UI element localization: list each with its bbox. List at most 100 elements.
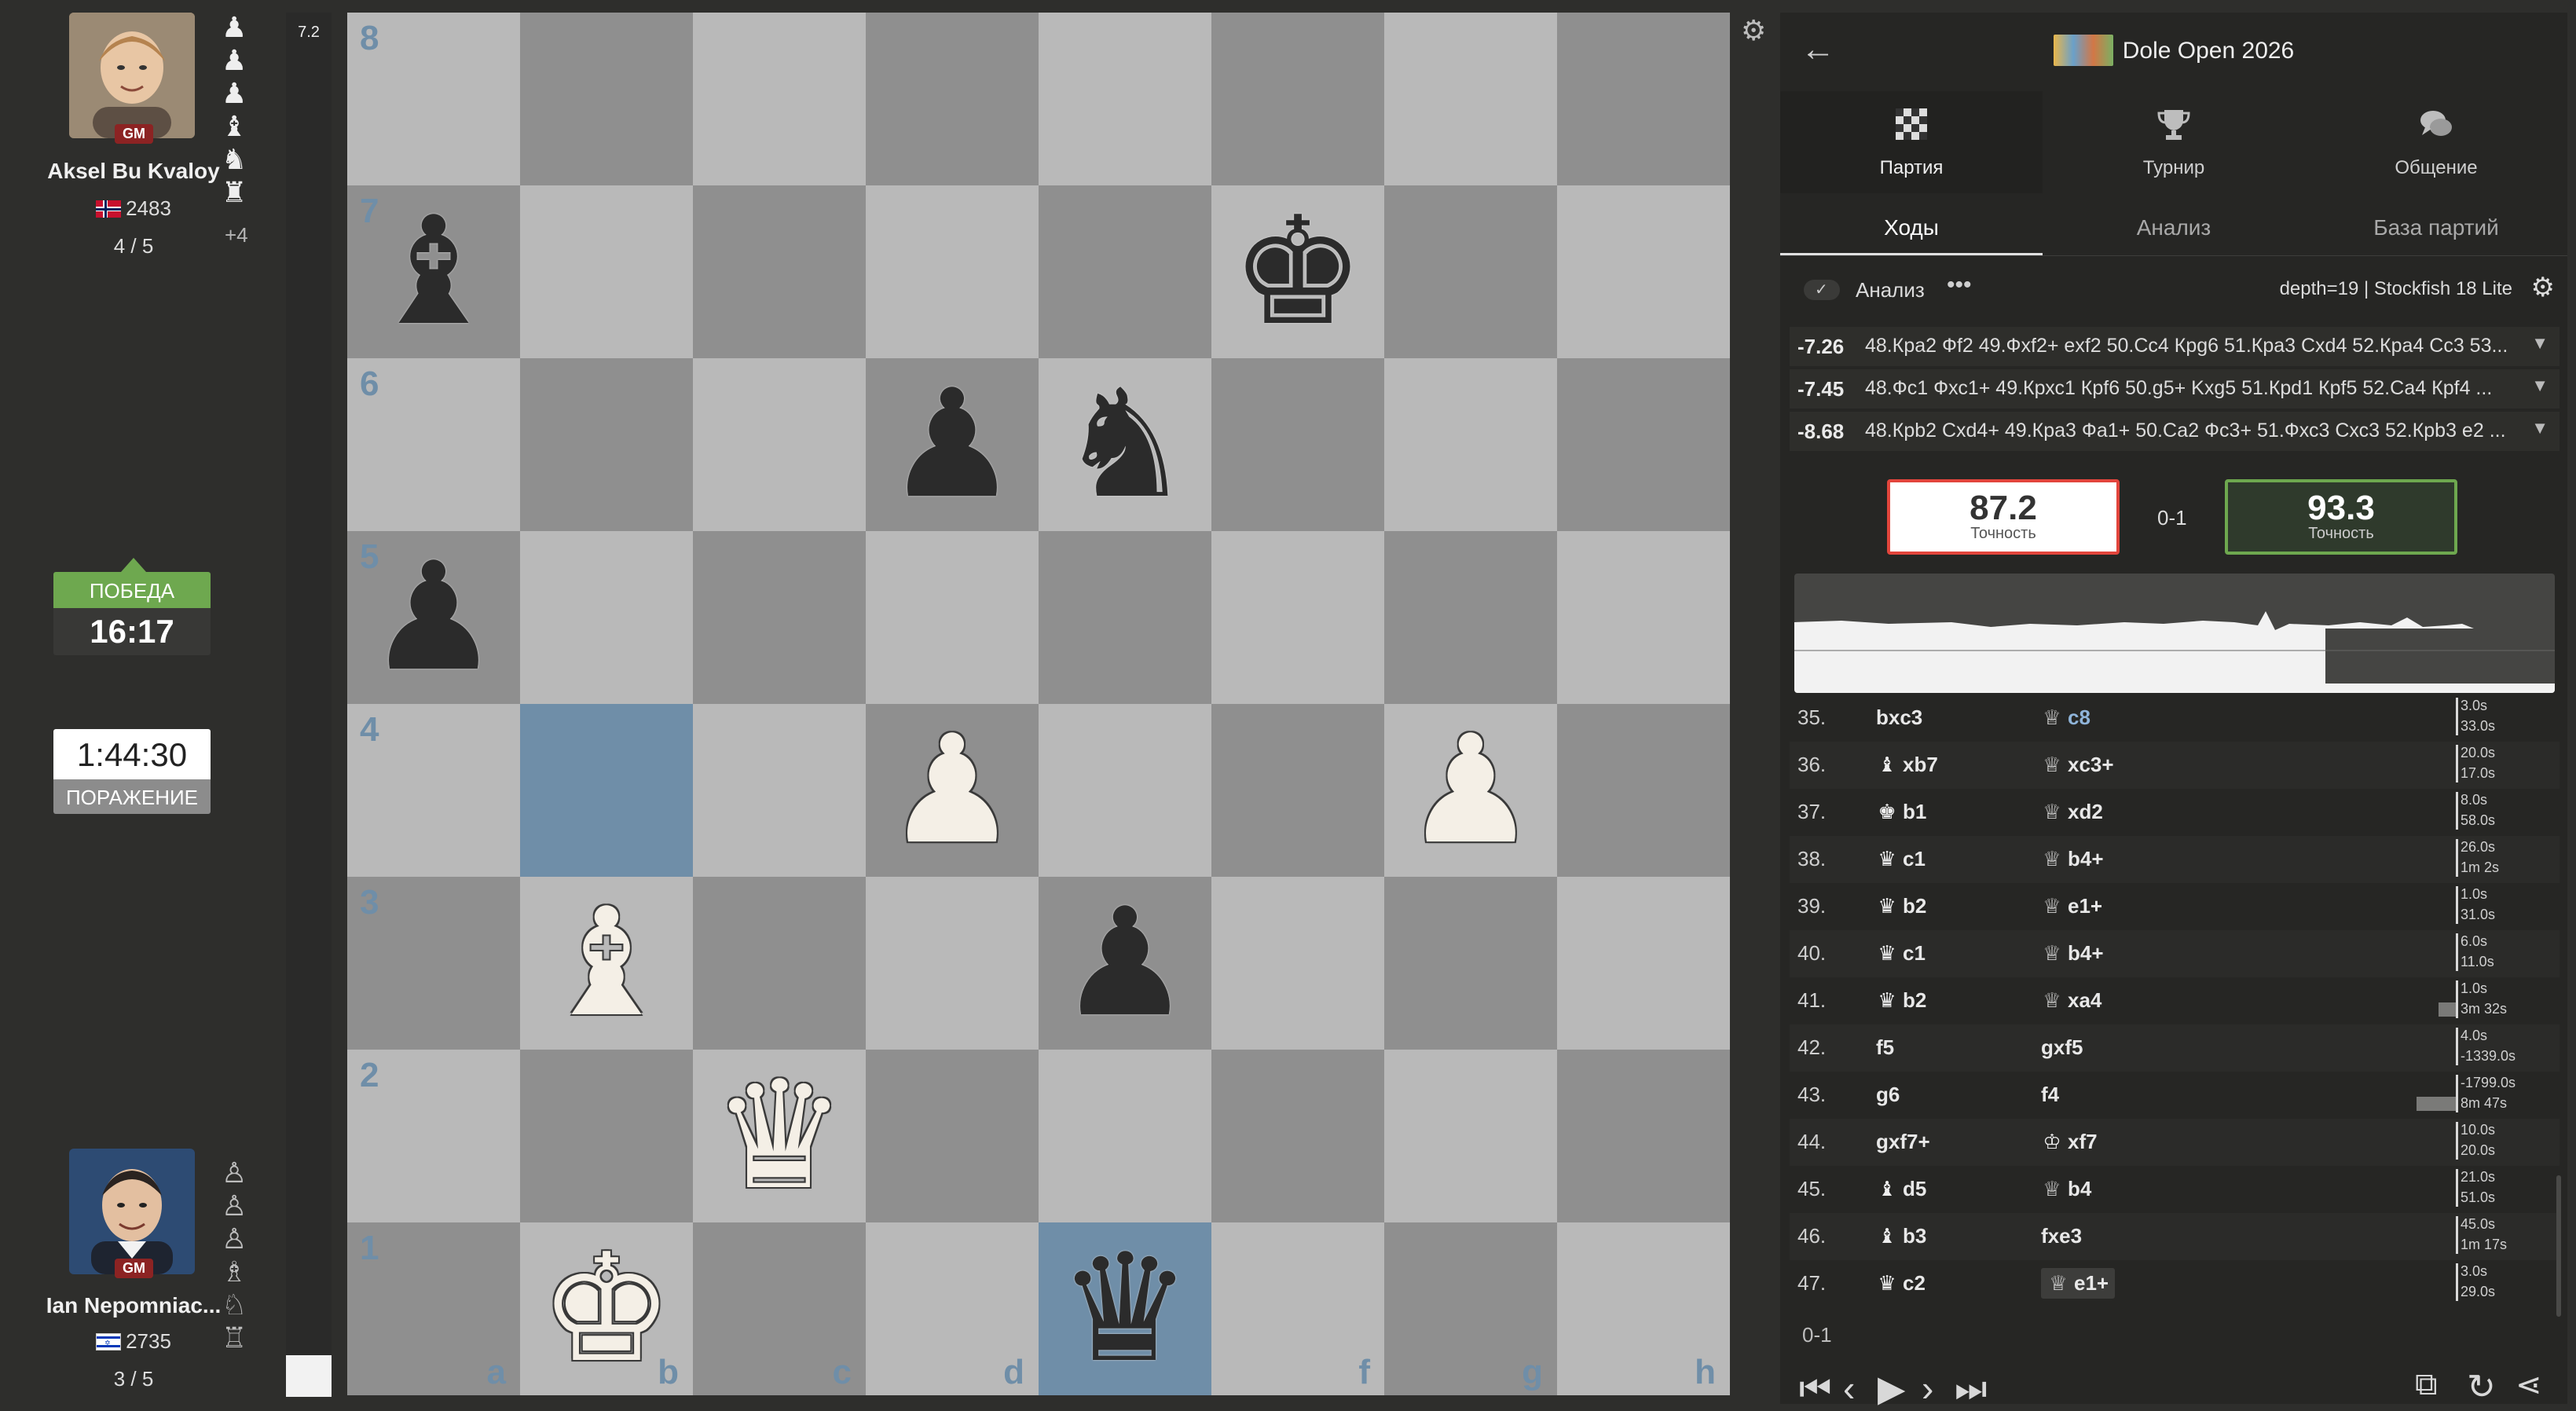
square-g6[interactable]	[1384, 358, 1557, 531]
tab-game[interactable]: Партия	[1780, 91, 2043, 193]
square-c8[interactable]	[693, 13, 866, 185]
square-b2[interactable]	[520, 1050, 693, 1222]
tab-analysis[interactable]: Анализ	[2043, 215, 2305, 240]
last-move-icon[interactable]: ⏭	[1955, 1367, 1987, 1411]
square-e5[interactable]	[1039, 531, 1211, 704]
black-pawn-icon[interactable]: ♟	[1046, 885, 1204, 1042]
black-move[interactable]: ♕ b4+	[2041, 941, 2103, 966]
square-e3[interactable]: ♟	[1039, 877, 1211, 1050]
square-h7[interactable]	[1557, 185, 1730, 358]
white-pawn-icon[interactable]: ♟	[1392, 712, 1549, 869]
add-to-database-icon[interactable]: ⧉	[2415, 1367, 2438, 1402]
engine-line[interactable]: -8.68 48.Крb2 Cxd4+ 49.Кра3 Фа1+ 50.Са2 …	[1790, 412, 2560, 451]
square-h3[interactable]	[1557, 877, 1730, 1050]
square-d4[interactable]: ♟	[866, 704, 1039, 877]
square-d1[interactable]: d	[866, 1222, 1039, 1395]
square-b6[interactable]	[520, 358, 693, 531]
black-move[interactable]: ♔ xf7	[2041, 1130, 2097, 1154]
square-h8[interactable]	[1557, 13, 1730, 185]
white-move[interactable]: ♛ c1	[1876, 847, 1926, 871]
square-c3[interactable]	[693, 877, 866, 1050]
square-b4[interactable]	[520, 704, 693, 877]
square-a6[interactable]: 6	[347, 358, 520, 531]
square-c6[interactable]	[693, 358, 866, 531]
white-move[interactable]: g6	[1876, 1083, 1900, 1107]
square-g2[interactable]	[1384, 1050, 1557, 1222]
black-move[interactable]: gxf5	[2041, 1035, 2083, 1060]
white-move[interactable]: ♝ b3	[1876, 1224, 1926, 1248]
square-a3[interactable]: 3	[347, 877, 520, 1050]
square-d7[interactable]	[866, 185, 1039, 358]
square-c2[interactable]: ♛	[693, 1050, 866, 1222]
square-c7[interactable]	[693, 185, 866, 358]
next-move-icon[interactable]: ›	[1922, 1367, 1933, 1409]
square-b7[interactable]	[520, 185, 693, 358]
previous-move-icon[interactable]: ‹	[1843, 1367, 1855, 1409]
square-g7[interactable]	[1384, 185, 1557, 358]
square-a8[interactable]: 8	[347, 13, 520, 185]
square-h4[interactable]	[1557, 704, 1730, 877]
square-f3[interactable]	[1211, 877, 1384, 1050]
white-move[interactable]: ♚ b1	[1876, 800, 1926, 824]
black-queen-icon[interactable]: ♛	[1046, 1230, 1204, 1387]
bottom-player-avatar[interactable]	[69, 1149, 195, 1274]
expand-line-icon[interactable]: ▼	[2531, 376, 2549, 396]
black-move[interactable]: ♕ b4	[2041, 1177, 2091, 1201]
white-bishop-icon[interactable]: ♝	[528, 885, 685, 1042]
square-a4[interactable]: 4	[347, 704, 520, 877]
square-f2[interactable]	[1211, 1050, 1384, 1222]
white-king-icon[interactable]: ♚	[528, 1230, 685, 1387]
white-move[interactable]: ♛ b2	[1876, 988, 1926, 1013]
square-d6[interactable]: ♟	[866, 358, 1039, 531]
square-d3[interactable]	[866, 877, 1039, 1050]
analysis-toggle[interactable]: ✓	[1804, 280, 1840, 300]
engine-line[interactable]: -7.45 48.Фс1 Фхс1+ 49.Крхс1 Крf6 50.g5+ …	[1790, 369, 2560, 409]
square-f8[interactable]	[1211, 13, 1384, 185]
black-knight-icon[interactable]: ♞	[1046, 366, 1204, 523]
white-pawn-icon[interactable]: ♟	[874, 712, 1031, 869]
white-move[interactable]: ♛ b2	[1876, 894, 1926, 918]
square-g1[interactable]: g	[1384, 1222, 1557, 1395]
square-c4[interactable]	[693, 704, 866, 877]
white-move[interactable]: f5	[1876, 1035, 1894, 1060]
move-list-scrollbar[interactable]	[2556, 1175, 2561, 1317]
tab-chat[interactable]: Общение	[2305, 91, 2567, 193]
expand-line-icon[interactable]: ▼	[2531, 333, 2549, 354]
square-a2[interactable]: 2	[347, 1050, 520, 1222]
black-move[interactable]: f4	[2041, 1083, 2059, 1107]
square-e6[interactable]: ♞	[1039, 358, 1211, 531]
tab-games-database[interactable]: База партий	[2305, 215, 2567, 240]
square-e4[interactable]	[1039, 704, 1211, 877]
black-move[interactable]: ♕ e1+	[2041, 894, 2102, 918]
white-move[interactable]: ♛ c2	[1876, 1271, 1926, 1296]
square-e8[interactable]	[1039, 13, 1211, 185]
square-b1[interactable]: b ♚	[520, 1222, 693, 1395]
white-move[interactable]: gxf7+	[1876, 1130, 1930, 1154]
square-f7[interactable]: ♚	[1211, 185, 1384, 358]
black-move[interactable]: ♕ xa4	[2041, 988, 2101, 1013]
square-a5[interactable]: 5 ♟	[347, 531, 520, 704]
square-f6[interactable]	[1211, 358, 1384, 531]
evaluation-graph[interactable]	[1794, 574, 2555, 693]
square-e2[interactable]	[1039, 1050, 1211, 1222]
black-move[interactable]: ♕ xc3+	[2041, 753, 2113, 777]
square-g5[interactable]	[1384, 531, 1557, 704]
first-move-icon[interactable]: ⏮	[1799, 1367, 1831, 1411]
square-e1[interactable]: e ♛	[1039, 1222, 1211, 1395]
black-pawn-icon[interactable]: ♟	[874, 366, 1031, 523]
play-icon[interactable]: ▶	[1878, 1367, 1905, 1409]
white-move[interactable]: ♝ xb7	[1876, 753, 1937, 777]
white-move[interactable]: ♛ c1	[1876, 941, 1926, 966]
square-d2[interactable]	[866, 1050, 1039, 1222]
square-b8[interactable]	[520, 13, 693, 185]
square-g8[interactable]	[1384, 13, 1557, 185]
square-h6[interactable]	[1557, 358, 1730, 531]
tab-moves[interactable]: Ходы	[1780, 215, 2043, 240]
square-h2[interactable]	[1557, 1050, 1730, 1222]
engine-settings-icon[interactable]: ⚙	[2531, 272, 2555, 303]
top-player-avatar[interactable]	[69, 13, 195, 138]
square-g4[interactable]: ♟	[1384, 704, 1557, 877]
black-pawn-icon[interactable]: ♟	[355, 539, 512, 696]
chess-board[interactable]: 8 7 ♝ ♚ 6 ♟ ♞ 5 ♟ 4 ♟ ♟ 3 ♝ ♟ 2 ♛ 1 a b ♚ c d e ♛ f g h	[347, 13, 1731, 1397]
flip-board-icon[interactable]: ↻	[2467, 1367, 2496, 1407]
